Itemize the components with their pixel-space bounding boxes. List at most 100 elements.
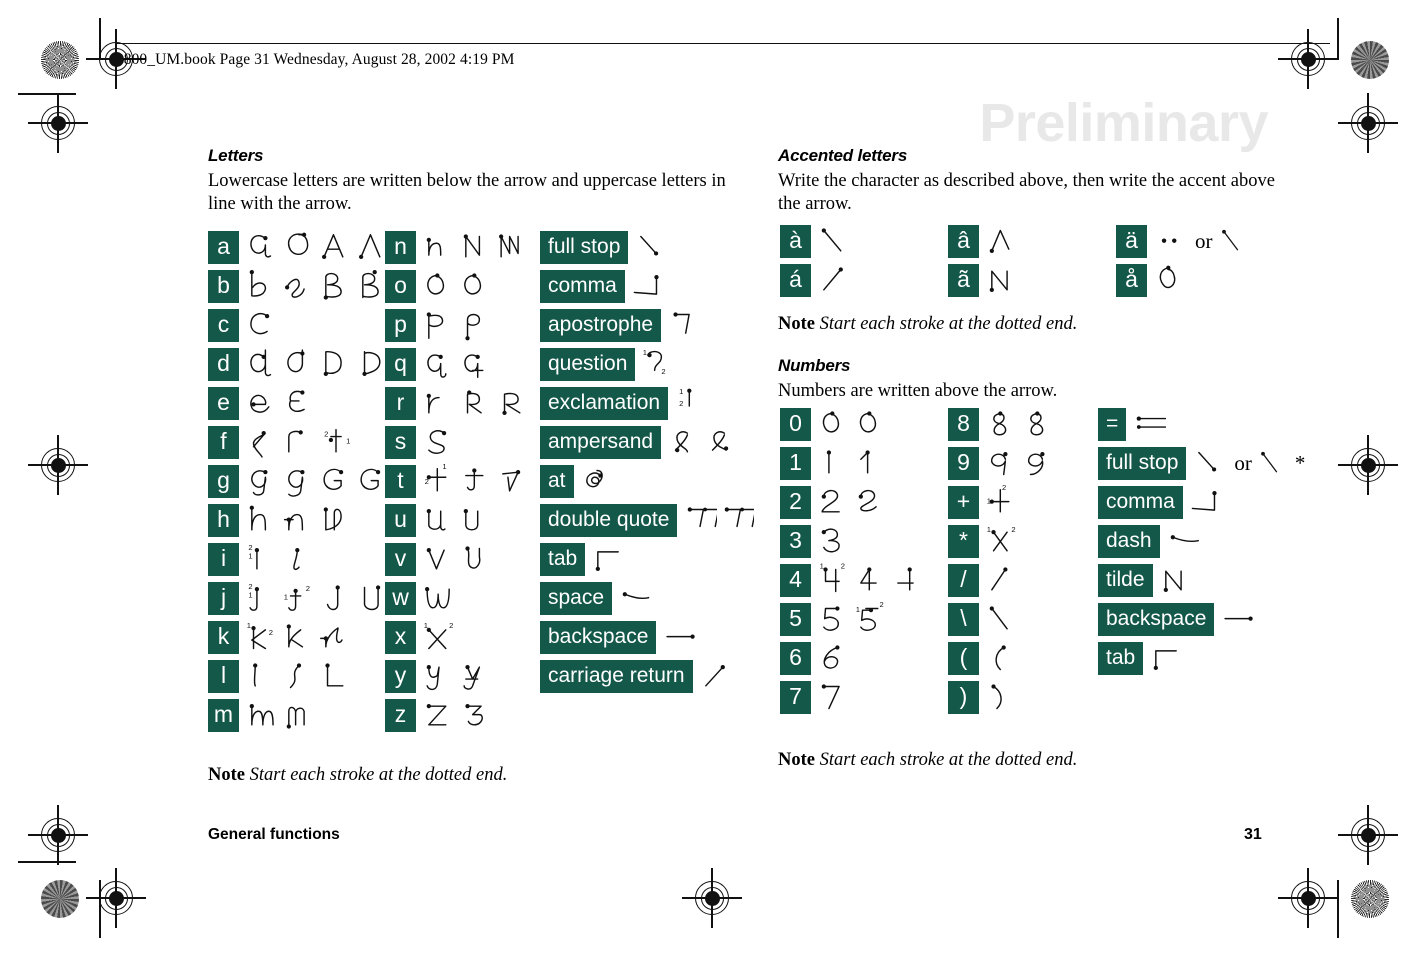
- stroke-glyph-wrap: [319, 462, 353, 501]
- stroke-glyph: 12: [284, 584, 310, 611]
- key-badge-exclamation: exclamation: [540, 387, 669, 420]
- stroke-glyph: [1170, 535, 1199, 543]
- svg-text:2: 2: [679, 399, 683, 408]
- stroke-variants: 12: [641, 345, 678, 384]
- footer-section-title: General functions: [208, 826, 340, 843]
- rosette-mark-bottom-right: [1351, 880, 1389, 918]
- stroke-glyph-wrap: [459, 306, 493, 345]
- punctuation-grid: full stop comma apostrophe question 1 2 exclam…: [540, 228, 757, 696]
- stroke-glyph-wrap: [985, 600, 1019, 639]
- key-badge-j: j: [208, 582, 239, 615]
- stroke-glyph: 12: [679, 387, 692, 408]
- stroke-row: (: [948, 639, 1059, 678]
- key-badge-h: h: [208, 504, 239, 537]
- stroke-variants: [245, 657, 356, 696]
- stroke-row: backspace: [540, 618, 757, 657]
- stroke-variants: or *: [1192, 444, 1310, 483]
- stroke-row: å: [1116, 261, 1251, 300]
- crop-line-top-left-vertical: [99, 18, 101, 60]
- stroke-row: question 1 2: [540, 345, 757, 384]
- stroke-variants: [985, 405, 1059, 444]
- stroke-glyph-wrap: [854, 444, 888, 483]
- stroke-row: 512: [780, 600, 928, 639]
- stroke-glyph: [253, 663, 258, 687]
- stroke-glyph-wrap: [459, 267, 493, 306]
- key-badge-w: w: [385, 582, 416, 615]
- stroke-glyph-wrap: [817, 483, 851, 522]
- stroke-glyph: [465, 546, 481, 569]
- stroke-row: backspace: [1098, 600, 1310, 639]
- stroke-glyph: 12: [247, 621, 273, 650]
- stroke-row: ä or: [1116, 222, 1251, 261]
- stroke-variants: [245, 501, 356, 540]
- stroke-row: i 21: [208, 540, 393, 579]
- letters-grid-column-b: nopqrst21uvwx12yz: [385, 228, 533, 735]
- stroke-glyph: [897, 567, 914, 591]
- stroke-glyph-wrap: [683, 501, 720, 540]
- svg-text:2: 2: [449, 621, 453, 630]
- key-badge-9: 9: [948, 447, 979, 480]
- stroke-glyph: [673, 312, 690, 334]
- stroke-row: d: [208, 345, 393, 384]
- key-badge-=: =: [1098, 408, 1127, 441]
- registration-mark-right-lower: [1338, 805, 1398, 865]
- stroke-glyph-wrap: [1022, 405, 1056, 444]
- stroke-variants: [580, 462, 617, 501]
- stroke-glyph: [426, 704, 447, 726]
- stroke-glyph: [251, 470, 268, 496]
- stroke-glyph: [821, 489, 840, 513]
- stroke-variants: [422, 423, 459, 462]
- key-badge-carriage-return: carriage return: [540, 660, 693, 693]
- stroke-glyph-wrap: 21: [245, 540, 279, 579]
- registration-mark-top-right: [1278, 29, 1338, 89]
- stroke-variants: 21: [245, 423, 356, 462]
- stroke-glyph: [711, 431, 729, 451]
- stroke-row: o: [385, 267, 533, 306]
- stroke-row: * 1 2: [948, 522, 1059, 561]
- stroke-glyph-wrap: 12: [245, 618, 279, 657]
- accented-intro: Write the character as described above, …: [778, 171, 1275, 214]
- stroke-glyph: [463, 509, 479, 531]
- stroke-glyph-wrap: 12: [282, 579, 316, 618]
- stroke-glyph-wrap: [817, 639, 851, 678]
- key-badge-à: à: [780, 225, 811, 258]
- stroke-glyph-wrap: [319, 267, 353, 306]
- stroke-glyph-wrap: [985, 444, 1019, 483]
- key-badge-b: b: [208, 270, 239, 303]
- stroke-glyph: [822, 411, 840, 433]
- stroke-glyph: [465, 704, 483, 726]
- stroke-glyph-wrap: [459, 696, 493, 735]
- stroke-row: ampersand: [540, 423, 757, 462]
- key-badge-g: g: [208, 465, 239, 498]
- key-badge-at: at: [540, 465, 574, 498]
- svg-text:1: 1: [248, 552, 252, 561]
- stroke-glyph-wrap: [459, 345, 493, 384]
- stroke-glyph: [622, 592, 650, 600]
- numbers-section: Numbers Numbers are written above the ar…: [778, 356, 1298, 403]
- accented-note: Note Start each stroke at the dotted end…: [778, 314, 1077, 335]
- footnote-asterisk: *: [1294, 451, 1306, 475]
- stroke-row: t21: [385, 462, 533, 501]
- stroke-row: k12: [208, 618, 393, 657]
- stroke-glyph-wrap: [720, 501, 757, 540]
- or-label: or: [1195, 229, 1213, 253]
- stroke-glyph-wrap: [985, 678, 1019, 717]
- svg-text:2: 2: [841, 562, 845, 571]
- stroke-glyph-wrap: [245, 306, 279, 345]
- stroke-variants: [1166, 522, 1203, 561]
- key-badge-f: f: [208, 426, 239, 459]
- stroke-row: x12: [385, 618, 533, 657]
- key-badge-d: d: [208, 348, 239, 381]
- stroke-glyph-wrap: [591, 540, 625, 579]
- stroke-glyph-wrap: [985, 561, 1019, 600]
- key-badge-ampersand: ampersand: [540, 426, 662, 459]
- stroke-glyph: [250, 394, 270, 413]
- stroke-variants: [591, 540, 628, 579]
- stroke-row: dash: [1098, 522, 1310, 561]
- key-badge-dash: dash: [1098, 525, 1160, 558]
- stroke-glyph-wrap: [422, 345, 456, 384]
- stroke-glyph-wrap: [854, 405, 888, 444]
- stroke-variants: [1159, 561, 1196, 600]
- stroke-row: s: [385, 423, 533, 462]
- svg-text:2: 2: [1011, 525, 1015, 534]
